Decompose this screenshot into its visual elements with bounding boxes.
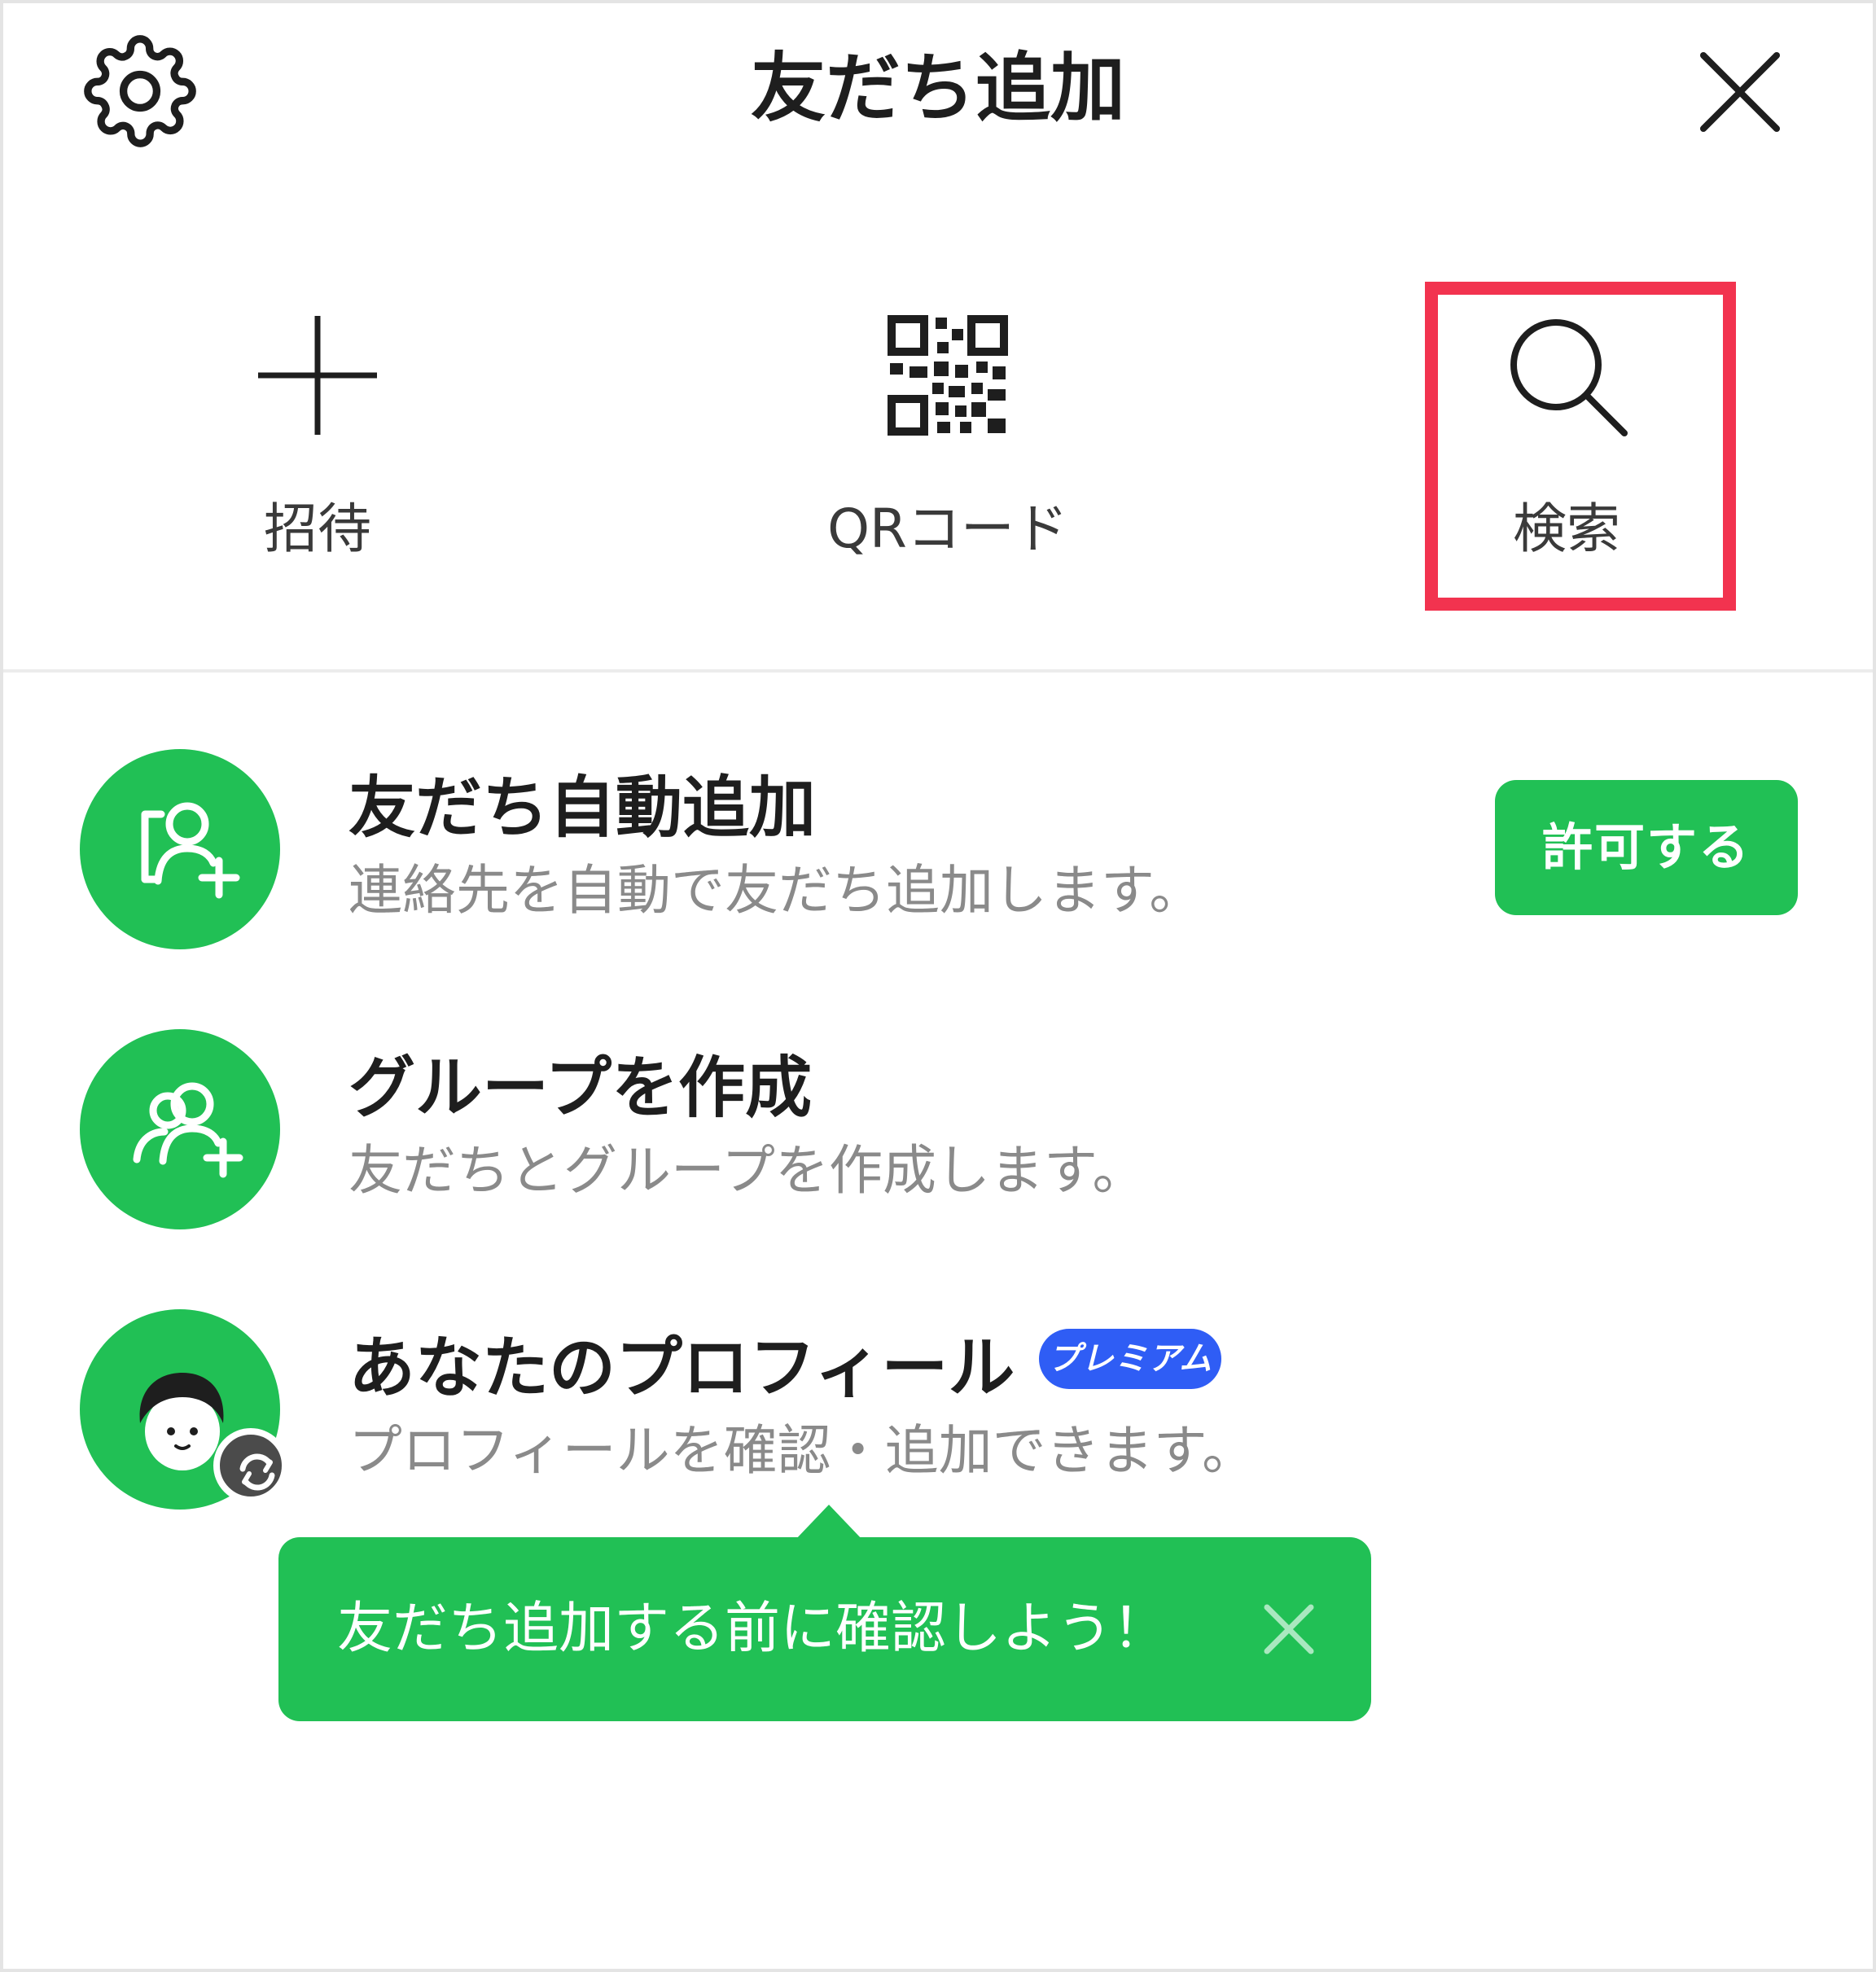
close-icon — [1700, 52, 1780, 132]
auto-add-description: 連絡先を自動で友だち追加します。 — [348, 859, 1203, 922]
qr-code-label: QRコード — [827, 497, 1068, 560]
contact-add-icon — [141, 802, 240, 899]
create-group-description: 友だちとグループを作成します。 — [348, 1139, 1146, 1202]
tooltip: 友だち追加する前に確認しよう！ — [278, 1537, 1371, 1721]
invite-label: 招待 — [264, 497, 371, 560]
header: 友だち追加 — [3, 3, 1873, 174]
screen: 友だち追加 招待 QRコード 検索 友だち自動追加 連絡先を自動で友だち追加しま… — [0, 0, 1876, 1972]
sync-icon — [239, 1453, 275, 1491]
invite-button[interactable]: 招待 — [163, 272, 472, 598]
list-item-create-group[interactable]: グループを作成 友だちとグループを作成します。 — [3, 1024, 1873, 1236]
search-button[interactable]: 検索 — [1412, 272, 1721, 598]
profile-title: あなたのプロフィール — [348, 1330, 1015, 1407]
list-item-profile[interactable]: あなたのプロフィール プレミアム プロフィールを確認・追加できます。 — [3, 1304, 1873, 1516]
search-label: 検索 — [1513, 497, 1620, 560]
qr-code-icon — [888, 315, 1008, 436]
close-icon — [1264, 1604, 1314, 1654]
create-group-title: グループを作成 — [348, 1050, 813, 1127]
search-icon — [1510, 319, 1628, 436]
tooltip-close-button[interactable] — [1244, 1584, 1334, 1674]
allow-button[interactable]: 許可する — [1495, 780, 1798, 915]
page-title: 友だち追加 — [750, 45, 1125, 132]
group-add-icon — [133, 1082, 243, 1178]
list-item-auto-add[interactable]: 友だち自動追加 連絡先を自動で友だち追加します。 許可する — [3, 744, 1873, 956]
divider — [3, 669, 1873, 673]
auto-add-title: 友だち自動追加 — [348, 769, 817, 847]
auto-add-avatar — [80, 749, 280, 949]
premium-badge: プレミアム — [1039, 1329, 1221, 1389]
close-button[interactable] — [1687, 39, 1793, 145]
quick-actions: 招待 QRコード 検索 — [3, 272, 1873, 598]
gear-icon — [84, 35, 196, 147]
tooltip-arrow — [795, 1505, 863, 1540]
qr-code-button[interactable]: QRコード — [793, 272, 1102, 598]
create-group-avatar — [80, 1029, 280, 1229]
settings-button[interactable] — [83, 34, 197, 148]
sync-badge — [213, 1428, 288, 1503]
tooltip-text: 友だち追加する前に確認しよう！ — [337, 1597, 1168, 1661]
profile-description: プロフィールを確認・追加できます。 — [348, 1419, 1256, 1482]
plus-icon — [258, 316, 377, 435]
